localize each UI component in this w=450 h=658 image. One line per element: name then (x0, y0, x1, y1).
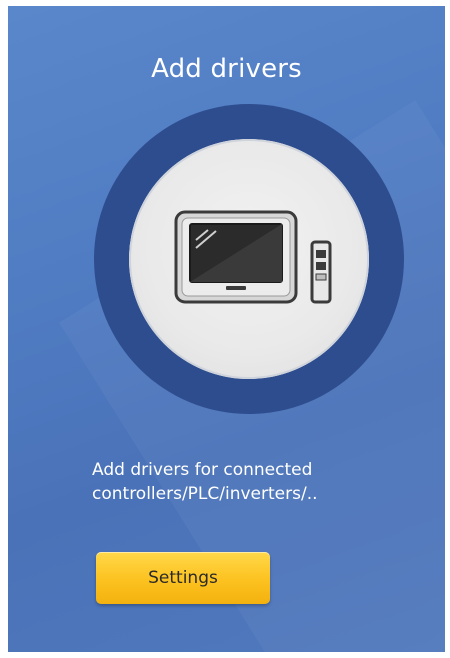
page-frame: Add drivers Add drivers for connected co… (0, 0, 450, 658)
hmi-panel-with-controller-icon (174, 210, 332, 304)
settings-button[interactable]: Settings (96, 552, 270, 604)
description-line-1: Add drivers for connected (92, 460, 313, 480)
card-description: Add drivers for connected controllers/PL… (92, 458, 432, 506)
add-drivers-card: Add drivers Add drivers for connected co… (8, 6, 445, 652)
description-line-2: controllers/PLC/inverters/.. (92, 484, 318, 504)
card-title: Add drivers (151, 54, 302, 84)
